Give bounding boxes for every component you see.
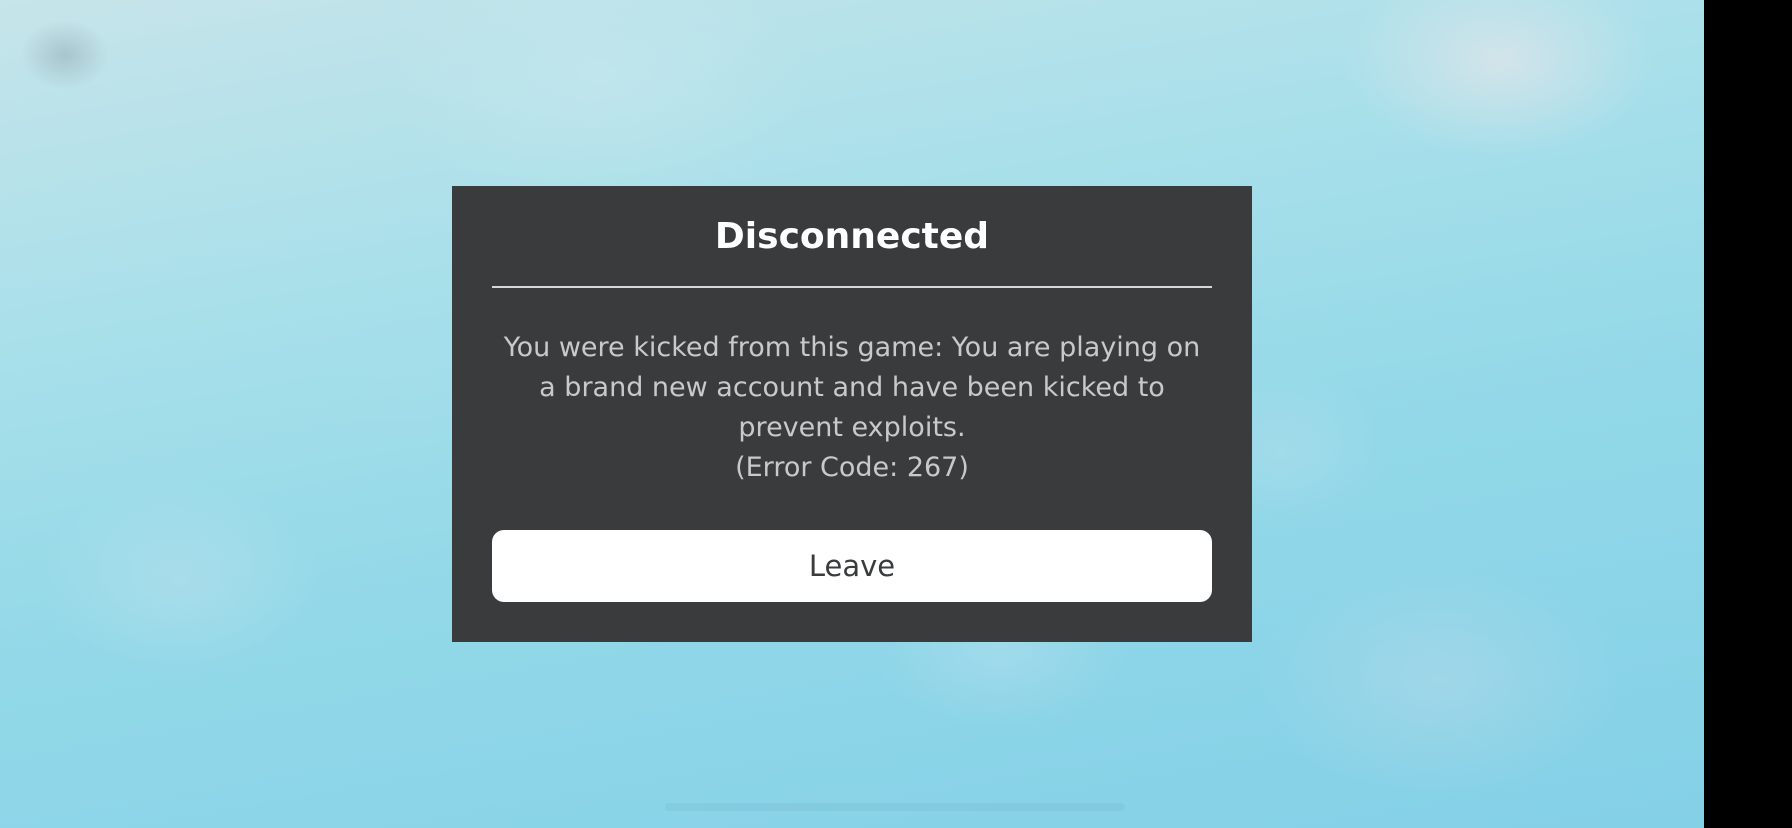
- title-divider: [492, 286, 1212, 288]
- screen-edge-bar: [1704, 0, 1792, 828]
- error-code-text: (Error Code: 267): [735, 452, 969, 483]
- home-indicator: [665, 803, 1125, 811]
- kick-reason-text: You were kicked from this game: You are …: [503, 332, 1201, 443]
- leave-button[interactable]: Leave: [492, 530, 1212, 602]
- dialog-title: Disconnected: [714, 216, 990, 257]
- disconnected-dialog: Disconnected You were kicked from this g…: [452, 186, 1252, 642]
- dialog-message: You were kicked from this game: You are …: [492, 328, 1212, 488]
- background-blur-spot: [20, 20, 110, 90]
